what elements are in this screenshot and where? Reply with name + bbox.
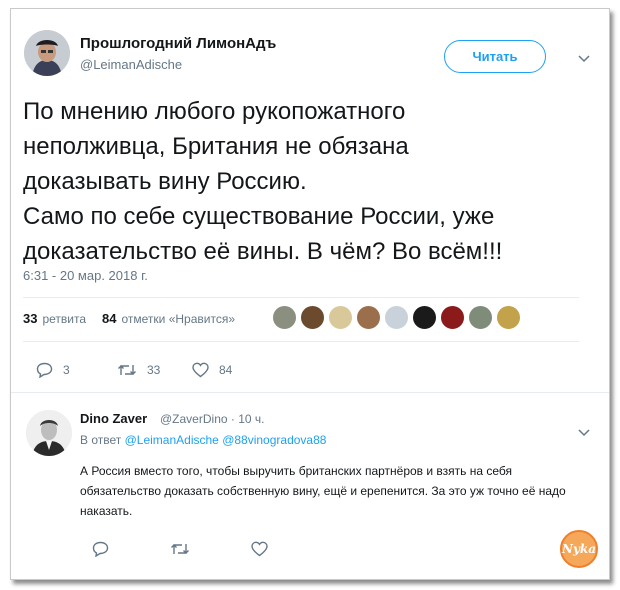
heart-icon bbox=[192, 362, 209, 378]
reply-icon bbox=[36, 362, 53, 378]
section-divider bbox=[11, 392, 609, 393]
liker-avatar[interactable] bbox=[440, 305, 465, 330]
liker-avatars bbox=[272, 305, 521, 330]
chevron-down-icon[interactable] bbox=[578, 50, 590, 66]
tweet-text: По мнению любого рукопожатного неполживц… bbox=[23, 98, 503, 265]
retweets-count[interactable]: 33 bbox=[23, 311, 37, 326]
liker-avatar[interactable] bbox=[328, 305, 353, 330]
retweet-count: 33 bbox=[147, 363, 161, 377]
reply-action[interactable] bbox=[92, 541, 109, 557]
mention-link[interactable]: @LeimanAdische bbox=[125, 433, 219, 447]
retweets-label[interactable]: ретвита bbox=[42, 312, 86, 326]
chevron-down-icon[interactable] bbox=[578, 424, 590, 440]
follow-button[interactable]: Читать bbox=[444, 40, 546, 73]
divider bbox=[23, 341, 579, 342]
reply-text: А Россия вместо того, чтобы выручить бри… bbox=[80, 464, 566, 518]
reply-author-name[interactable]: Dino Zaver bbox=[80, 411, 147, 426]
reply-count: 3 bbox=[63, 363, 70, 377]
reply-context-prefix: В ответ bbox=[80, 433, 122, 447]
reply-action[interactable]: 3 bbox=[36, 362, 70, 378]
engagement-stats: 33 ретвита 84 отметки «Нравится» bbox=[23, 311, 235, 326]
retweet-icon bbox=[170, 541, 190, 557]
retweet-icon bbox=[117, 362, 137, 378]
liker-avatar[interactable] bbox=[412, 305, 437, 330]
liker-avatar[interactable] bbox=[300, 305, 325, 330]
watermark-logo: Nyka bbox=[560, 530, 598, 568]
reply-author-meta[interactable]: @ZaverDino · 10 ч. bbox=[160, 412, 264, 426]
reply-context: В ответ @LeimanAdische @88vinogradova88 bbox=[80, 433, 326, 447]
like-count: 84 bbox=[219, 363, 233, 377]
tweet-timestamp[interactable]: 6:31 - 20 мар. 2018 г. bbox=[23, 268, 148, 283]
likes-count[interactable]: 84 bbox=[102, 311, 116, 326]
reply-icon bbox=[92, 541, 109, 557]
liker-avatar[interactable] bbox=[384, 305, 409, 330]
retweet-action[interactable] bbox=[170, 541, 190, 557]
like-action[interactable] bbox=[251, 541, 268, 557]
liker-avatar[interactable] bbox=[468, 305, 493, 330]
liker-avatar[interactable] bbox=[356, 305, 381, 330]
heart-icon bbox=[251, 541, 268, 557]
liker-avatar[interactable] bbox=[272, 305, 297, 330]
divider bbox=[23, 297, 579, 298]
retweet-action[interactable]: 33 bbox=[117, 362, 160, 378]
author-display-name[interactable]: Прошлогодний ЛимонАдъ bbox=[80, 35, 276, 52]
likes-label[interactable]: отметки «Нравится» bbox=[122, 312, 236, 326]
author-avatar[interactable] bbox=[24, 30, 70, 76]
liker-avatar[interactable] bbox=[496, 305, 521, 330]
author-handle[interactable]: @LeimanAdische bbox=[80, 57, 182, 72]
like-action[interactable]: 84 bbox=[192, 362, 232, 378]
reply-author-avatar[interactable] bbox=[26, 410, 72, 456]
mention-link[interactable]: @88vinogradova88 bbox=[222, 433, 326, 447]
